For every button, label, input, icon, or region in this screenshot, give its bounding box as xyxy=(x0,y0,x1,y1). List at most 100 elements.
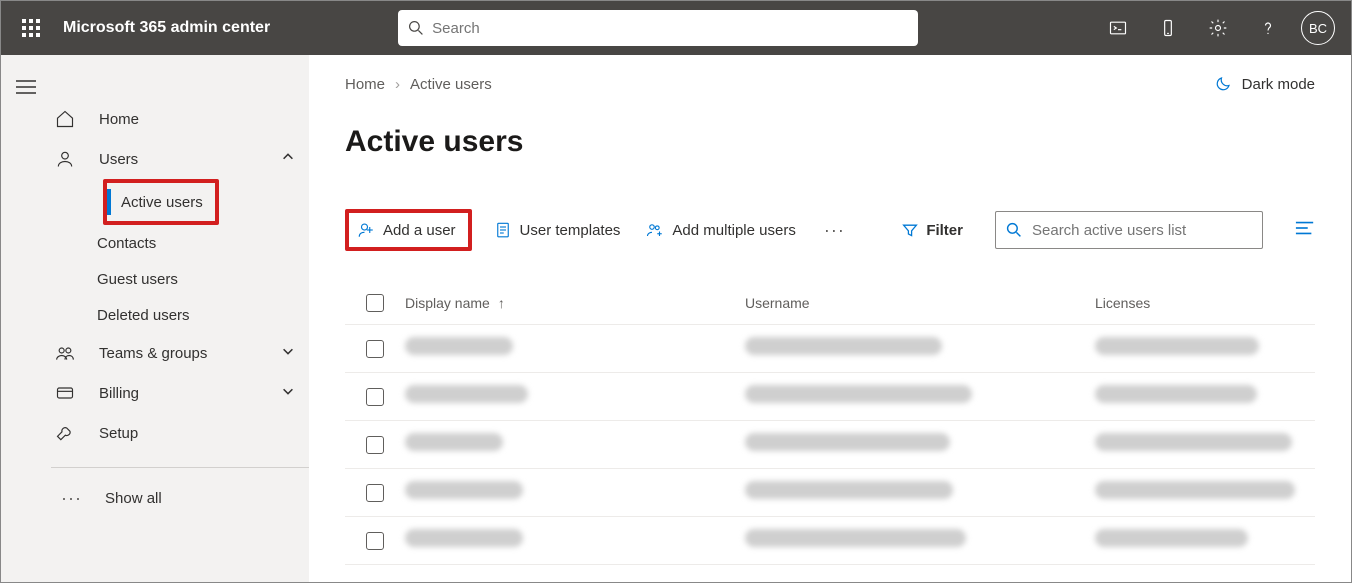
avatar-initials: BC xyxy=(1309,21,1327,36)
sidebar-sub-deleted-users[interactable]: Deleted users xyxy=(87,297,309,333)
cell-display-name xyxy=(405,337,513,355)
add-user-label: Add a user xyxy=(383,222,456,239)
col-header-username[interactable]: Username xyxy=(745,295,1095,311)
sidebar-item-label: Home xyxy=(99,111,139,128)
cell-username xyxy=(745,337,942,355)
sidebar-item-billing[interactable]: Billing xyxy=(51,373,309,413)
list-search-input[interactable] xyxy=(1032,222,1252,239)
setup-wrench-icon xyxy=(51,423,87,443)
dark-mode-label: Dark mode xyxy=(1242,76,1315,93)
cell-licenses xyxy=(1095,433,1292,451)
sidebar-sub-guest-users[interactable]: Guest users xyxy=(87,261,309,297)
table-row[interactable] xyxy=(345,517,1315,565)
breadcrumb-current: Active users xyxy=(410,76,492,93)
table-row[interactable] xyxy=(345,469,1315,517)
add-user-button[interactable]: Add a user xyxy=(353,215,460,245)
column-options-icon xyxy=(1295,219,1315,237)
user-templates-label: User templates xyxy=(520,222,621,239)
global-search-wrap xyxy=(398,10,918,46)
add-multiple-label: Add multiple users xyxy=(672,222,795,239)
sidebar-sub-label: Contacts xyxy=(97,235,156,252)
select-all-checkbox[interactable] xyxy=(366,294,384,312)
row-checkbox[interactable] xyxy=(366,388,384,406)
chevron-down-icon xyxy=(281,384,295,402)
chevron-down-icon xyxy=(281,344,295,362)
cell-display-name xyxy=(405,385,528,403)
add-multiple-icon xyxy=(646,221,664,239)
sidebar-item-setup[interactable]: Setup xyxy=(51,413,309,453)
sidebar-item-home[interactable]: Home xyxy=(51,99,309,139)
cell-licenses xyxy=(1095,529,1248,547)
add-user-icon xyxy=(357,221,375,239)
command-overflow-button[interactable]: ··· xyxy=(818,220,851,241)
table-row[interactable] xyxy=(345,325,1315,373)
account-avatar[interactable]: BC xyxy=(1301,11,1335,45)
command-bar: Add a user User templates Add multiple u… xyxy=(345,209,1315,251)
page-title: Active users xyxy=(345,125,1315,159)
dark-mode-toggle[interactable]: Dark mode xyxy=(1214,75,1315,93)
templates-icon xyxy=(494,221,512,239)
cell-username xyxy=(745,481,953,499)
row-checkbox[interactable] xyxy=(366,484,384,502)
col-header-display-name[interactable]: Display name↑ xyxy=(405,295,745,311)
row-checkbox[interactable] xyxy=(366,340,384,358)
highlight-sidebar-active-users: Active users xyxy=(103,179,219,225)
global-search-box[interactable] xyxy=(398,10,918,46)
cell-licenses xyxy=(1095,337,1259,355)
app-launcher-icon[interactable] xyxy=(11,8,51,48)
sidebar-item-label: Teams & groups xyxy=(99,345,207,362)
users-table: Display name↑ Username Licenses xyxy=(345,281,1315,565)
cell-username xyxy=(745,529,966,547)
sidebar-sub-active-users[interactable]: Active users xyxy=(107,183,215,221)
filter-button[interactable]: Filter xyxy=(902,222,963,239)
sidebar-show-all[interactable]: ··· Show all xyxy=(51,478,309,518)
nav-collapse-toggle[interactable] xyxy=(6,67,46,107)
row-checkbox[interactable] xyxy=(366,436,384,454)
cell-username xyxy=(745,433,950,451)
table-row[interactable] xyxy=(345,373,1315,421)
sidebar-item-teams-groups[interactable]: Teams & groups xyxy=(51,333,309,373)
breadcrumb: Home › Active users xyxy=(345,76,492,93)
sidebar-nav: Home Users Active users Contacts Guest u… xyxy=(51,55,309,582)
sidebar-users-sublist: Active users Contacts Guest users Delete… xyxy=(51,179,309,333)
table-header-row: Display name↑ Username Licenses xyxy=(345,281,1315,325)
breadcrumb-separator: › xyxy=(395,76,400,93)
chevron-up-icon xyxy=(281,150,295,168)
sidebar-item-label: Users xyxy=(99,151,138,168)
row-checkbox[interactable] xyxy=(366,532,384,550)
cell-licenses xyxy=(1095,385,1257,403)
main-content: Home › Active users Dark mode Active use… xyxy=(309,55,1351,582)
sidebar-sub-label: Active users xyxy=(121,194,203,211)
col-header-licenses[interactable]: Licenses xyxy=(1095,295,1315,311)
help-icon[interactable] xyxy=(1247,7,1289,49)
add-multiple-users-button[interactable]: Add multiple users xyxy=(642,215,799,245)
cell-display-name xyxy=(405,529,523,547)
moon-icon xyxy=(1214,75,1232,93)
user-icon xyxy=(51,149,87,169)
nav-rail xyxy=(1,55,51,582)
cell-licenses xyxy=(1095,481,1295,499)
sidebar-show-all-label: Show all xyxy=(105,490,162,507)
column-options-button[interactable] xyxy=(1295,219,1315,242)
sidebar-sub-contacts[interactable]: Contacts xyxy=(87,225,309,261)
sort-asc-icon: ↑ xyxy=(498,295,505,311)
shell-command-icon[interactable] xyxy=(1097,7,1139,49)
teams-icon xyxy=(51,343,87,363)
filter-icon xyxy=(902,222,918,238)
mobile-icon[interactable] xyxy=(1147,7,1189,49)
highlight-add-user: Add a user xyxy=(345,209,472,251)
user-templates-button[interactable]: User templates xyxy=(490,215,625,245)
sidebar-item-label: Billing xyxy=(99,385,139,402)
sidebar-item-label: Setup xyxy=(99,425,138,442)
search-icon xyxy=(1006,222,1022,238)
home-icon xyxy=(51,109,87,129)
app-header: Microsoft 365 admin center BC xyxy=(1,1,1351,55)
sidebar-item-users[interactable]: Users xyxy=(51,139,309,179)
settings-gear-icon[interactable] xyxy=(1197,7,1239,49)
table-row[interactable] xyxy=(345,421,1315,469)
list-search-box[interactable] xyxy=(995,211,1263,249)
sidebar-sub-label: Guest users xyxy=(97,271,178,288)
global-search-input[interactable] xyxy=(432,20,908,37)
cell-username xyxy=(745,385,972,403)
breadcrumb-home[interactable]: Home xyxy=(345,76,385,93)
